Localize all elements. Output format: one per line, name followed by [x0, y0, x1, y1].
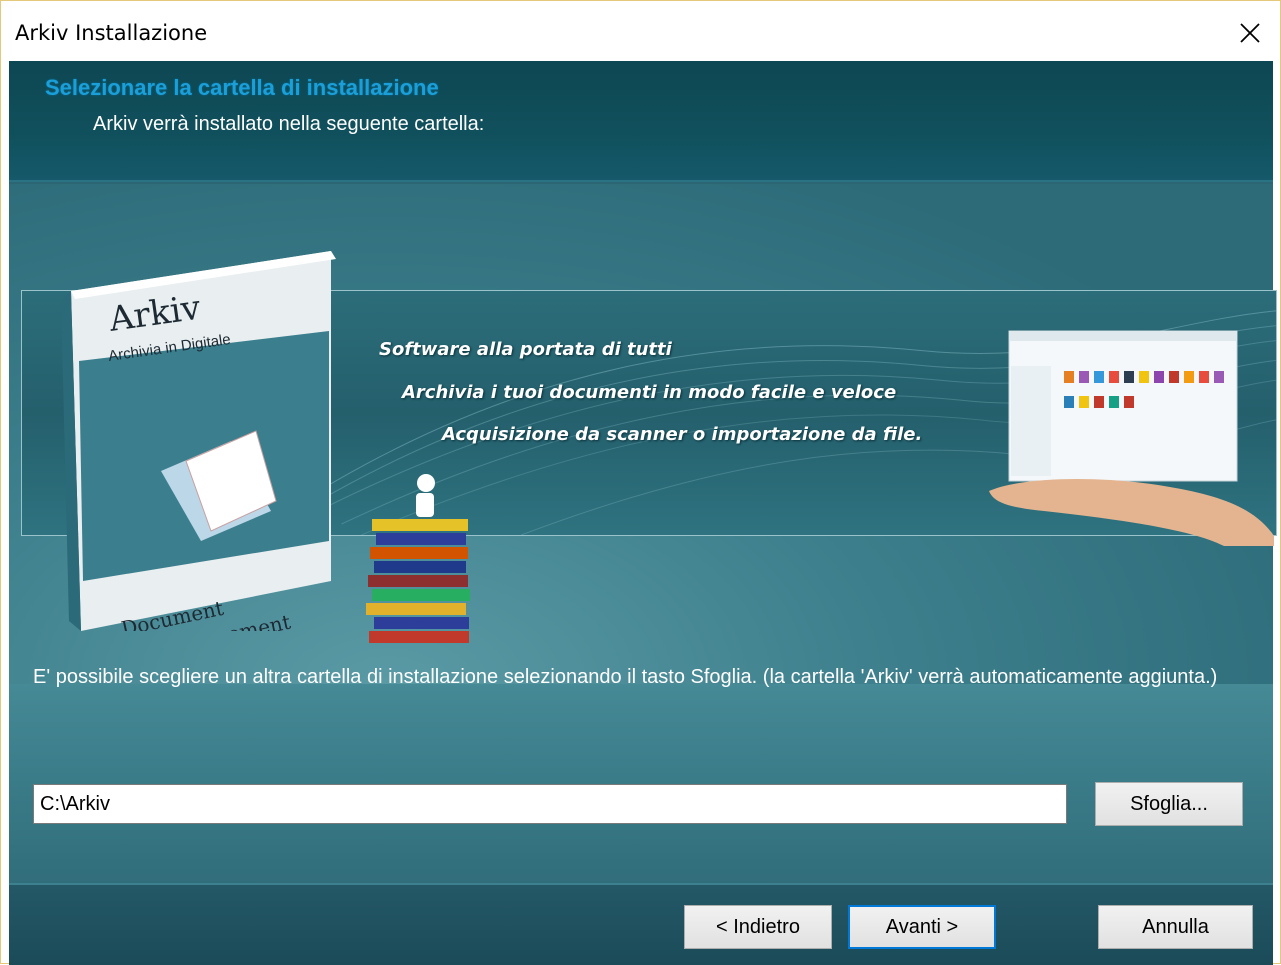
window-title: Arkiv Installazione — [15, 21, 208, 45]
wizard-header: Selezionare la cartella di installazione… — [9, 61, 1273, 182]
info-text: E' possibile scegliere un altra cartella… — [33, 666, 1218, 688]
banner-tagline-3: Acquisizione da scanner o importazione d… — [442, 424, 923, 445]
banner-tagline-2: Archivia i tuoi documenti in modo facile… — [402, 382, 897, 403]
banner-tagline-1: Software alla portata di tutti — [379, 339, 672, 360]
app-screenshot-image — [989, 330, 1274, 546]
back-button[interactable]: < Indietro — [684, 905, 832, 949]
title-bar: Arkiv Installazione — [1, 1, 1280, 61]
cancel-button[interactable]: Annulla — [1098, 905, 1253, 949]
installer-window: Arkiv Installazione Selezionare la carte… — [0, 0, 1281, 965]
wizard-footer — [9, 883, 1273, 965]
close-button[interactable] — [1228, 11, 1272, 55]
install-path-input[interactable] — [33, 784, 1067, 824]
next-button[interactable]: Avanti > — [848, 905, 996, 949]
page-subtitle: Arkiv verrà installato nella seguente ca… — [93, 113, 485, 135]
product-box-image: Arkiv Archivia in Digitale Document Mana… — [61, 251, 336, 631]
close-icon — [1240, 23, 1260, 43]
books-stack-image — [366, 474, 470, 643]
wizard-client-area: Selezionare la cartella di installazione… — [9, 61, 1277, 965]
browse-button[interactable]: Sfoglia... — [1095, 782, 1243, 826]
page-title: Selezionare la cartella di installazione — [45, 75, 439, 100]
